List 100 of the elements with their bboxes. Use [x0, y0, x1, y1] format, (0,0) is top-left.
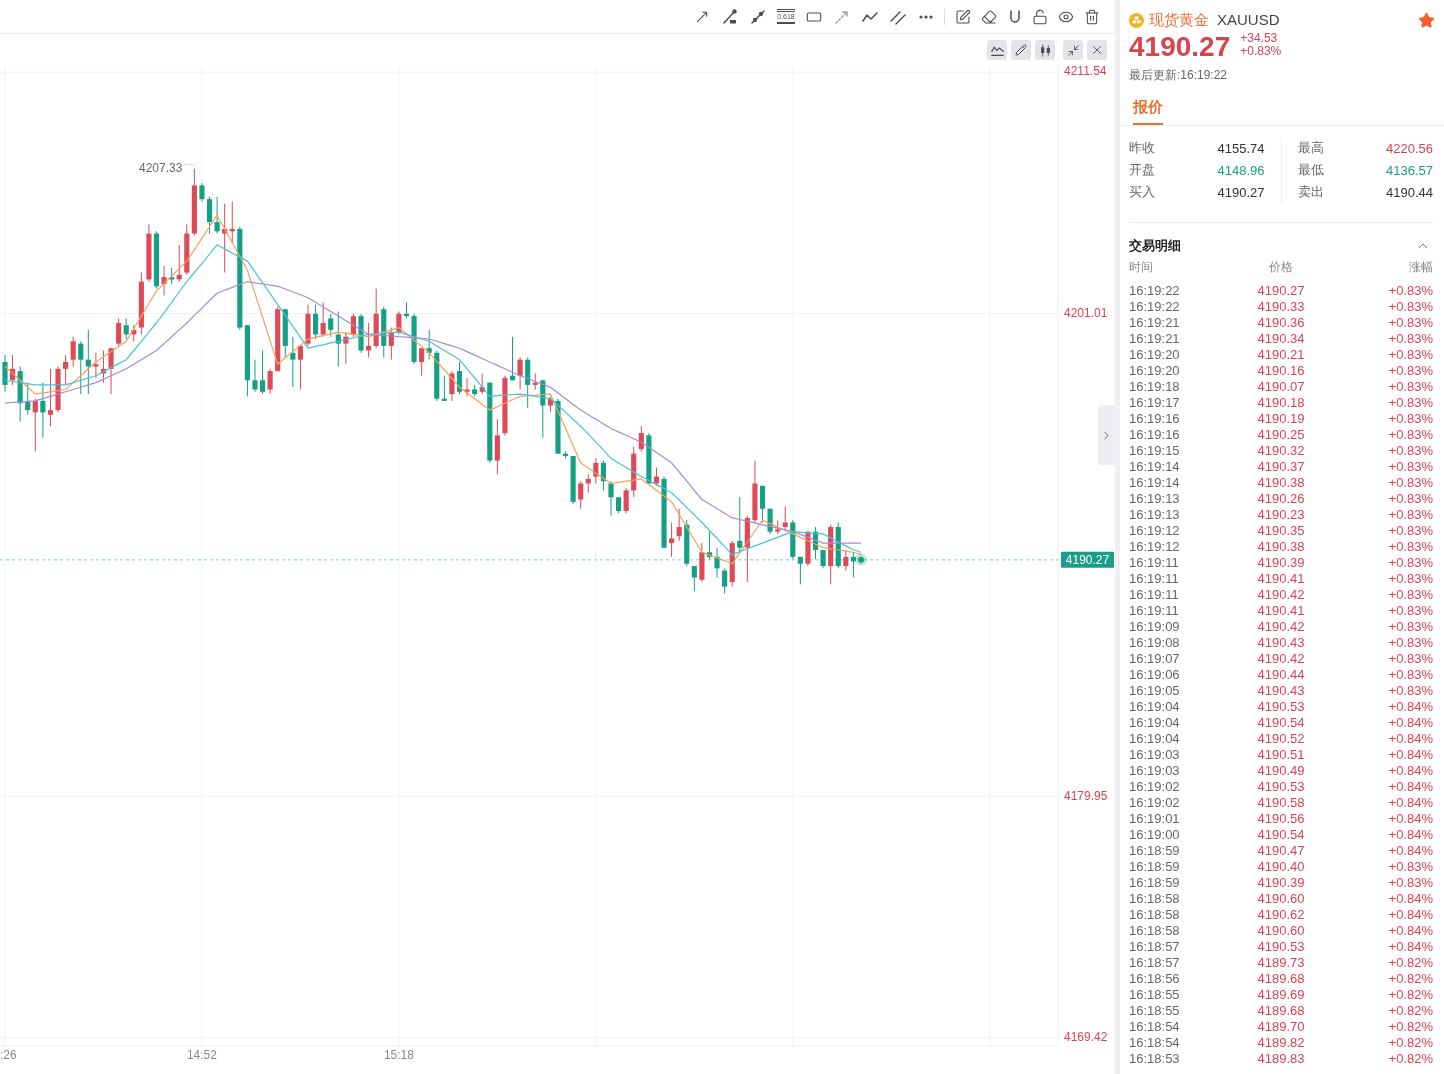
trade-time: 16:19:11	[1129, 602, 1180, 618]
trade-time: 16:18:54	[1129, 1018, 1181, 1034]
column-header: 价格	[1268, 259, 1294, 276]
edit-icon	[955, 8, 971, 25]
trade-price: 4190.35	[1256, 522, 1306, 538]
star-icon[interactable]	[1418, 11, 1435, 29]
trade-price: 4190.42	[1256, 586, 1306, 602]
trade-price: 4190.54	[1256, 826, 1306, 842]
trade-price: 4190.53	[1256, 778, 1306, 794]
trade-time: 16:19:06	[1129, 666, 1181, 682]
trade-change: +0.84%	[1387, 714, 1433, 730]
annotation: 4207.33	[138, 160, 183, 175]
trade-time: 16:19:00	[1129, 826, 1181, 842]
trade-price: 4190.41	[1256, 570, 1306, 586]
stat-value: 4190.27	[1217, 184, 1265, 200]
last-price: 4190.27	[1129, 32, 1231, 62]
trade-time: 16:18:58	[1129, 922, 1181, 938]
trade-price: 4189.70	[1256, 1018, 1306, 1034]
y-axis-label: 4211.54	[1064, 64, 1107, 79]
trade-time: 16:19:22	[1129, 298, 1181, 314]
trade-price: 4190.41	[1256, 602, 1306, 618]
close-icon	[1090, 43, 1104, 57]
trade-time: 16:19:21	[1129, 330, 1181, 346]
trade-time: 16:19:03	[1129, 746, 1181, 762]
trade-price: 4189.73	[1256, 954, 1306, 970]
trade-time: 16:19:11	[1129, 554, 1180, 570]
trade-change: +0.83%	[1387, 602, 1433, 618]
trade-time: 16:19:03	[1129, 762, 1181, 778]
stat-value: 4155.74	[1217, 140, 1265, 156]
trade-price: 4190.56	[1256, 810, 1306, 826]
trade-time: 16:19:04	[1129, 698, 1181, 714]
trade-time: 16:18:55	[1129, 986, 1181, 1002]
trade-change: +0.83%	[1387, 666, 1433, 682]
draw-button[interactable]	[1011, 40, 1031, 60]
trade-time: 16:18:58	[1129, 890, 1181, 906]
trade-time: 16:18:55	[1129, 1002, 1181, 1018]
price-change: +34.53	[1240, 32, 1279, 45]
trade-price: 4190.16	[1256, 362, 1306, 378]
trade-price: 4189.82	[1256, 1034, 1306, 1050]
trade-change: +0.83%	[1387, 282, 1433, 298]
minimize-button[interactable]	[1063, 40, 1083, 60]
trade-time: 16:19:14	[1129, 458, 1181, 474]
line-segment-icon	[750, 8, 766, 25]
trade-change: +0.83%	[1387, 378, 1433, 394]
stat-label: 买入	[1129, 183, 1155, 201]
trade-change: +0.83%	[1387, 490, 1433, 506]
trade-price: 4190.62	[1256, 906, 1306, 922]
trade-price: 4190.33	[1256, 298, 1306, 314]
trade-price: 4190.42	[1256, 650, 1306, 666]
current-price-tag: 4190.27	[1061, 551, 1114, 568]
trade-change: +0.83%	[1387, 874, 1433, 890]
trade-time: 16:18:56	[1129, 970, 1181, 986]
trade-price: 4190.53	[1256, 938, 1306, 954]
trade-price: 4190.44	[1256, 666, 1306, 682]
trade-time: 16:18:53	[1129, 1050, 1181, 1066]
trade-change: +0.82%	[1387, 1018, 1433, 1034]
trade-time: 16:19:04	[1129, 714, 1181, 730]
trade-change: +0.84%	[1387, 938, 1433, 954]
x-axis-label: 14:52	[186, 1048, 217, 1063]
trade-time: 16:19:15	[1129, 442, 1181, 458]
collapse-handle[interactable]	[1098, 405, 1115, 465]
trade-time: 16:19:20	[1129, 362, 1181, 378]
trade-time: 16:18:59	[1129, 842, 1181, 858]
stat-value: 4148.96	[1217, 162, 1265, 178]
trade-time: 16:18:54	[1129, 1034, 1181, 1050]
indicator-button[interactable]	[987, 40, 1007, 60]
trade-time: 16:18:58	[1129, 906, 1181, 922]
trade-change: +0.83%	[1387, 634, 1433, 650]
trade-price: 4190.38	[1256, 538, 1306, 554]
eraser-icon	[980, 8, 997, 25]
dashed-arrow-icon	[834, 8, 850, 25]
trade-change: +0.83%	[1387, 362, 1433, 378]
candlestick	[305, 304, 311, 347]
pencil-icon	[1015, 44, 1027, 56]
trade-time: 16:19:02	[1129, 778, 1181, 794]
trade-time: 16:19:04	[1129, 730, 1181, 746]
trade-price: 4190.38	[1256, 474, 1306, 490]
trade-price: 4190.60	[1256, 922, 1306, 938]
unlock-icon	[1032, 8, 1049, 25]
chart-type-button[interactable]	[1035, 40, 1055, 60]
trade-change: +0.84%	[1387, 746, 1433, 762]
trade-price: 4190.60	[1256, 890, 1306, 906]
trade-time: 16:18:57	[1129, 954, 1181, 970]
close-button[interactable]	[1087, 40, 1107, 60]
stat-value: 4220.56	[1386, 140, 1433, 156]
trade-price: 4189.68	[1256, 1002, 1306, 1018]
trade-change: +0.83%	[1387, 650, 1433, 666]
trade-change: +0.84%	[1387, 698, 1433, 714]
line-handle-icon	[722, 8, 738, 25]
trade-change: +0.83%	[1387, 442, 1433, 458]
trade-price: 4190.18	[1256, 394, 1306, 410]
trade-change: +0.84%	[1387, 906, 1433, 922]
trade-change: +0.84%	[1387, 922, 1433, 938]
stat-label: 最低	[1297, 161, 1324, 179]
stat-label: 开盘	[1129, 161, 1155, 179]
trade-price: 4190.37	[1256, 458, 1306, 474]
trade-change: +0.83%	[1387, 522, 1433, 538]
stat-value: 4136.57	[1386, 162, 1433, 178]
trade-time: 16:19:14	[1129, 474, 1181, 490]
trade-change: +0.84%	[1387, 842, 1433, 858]
